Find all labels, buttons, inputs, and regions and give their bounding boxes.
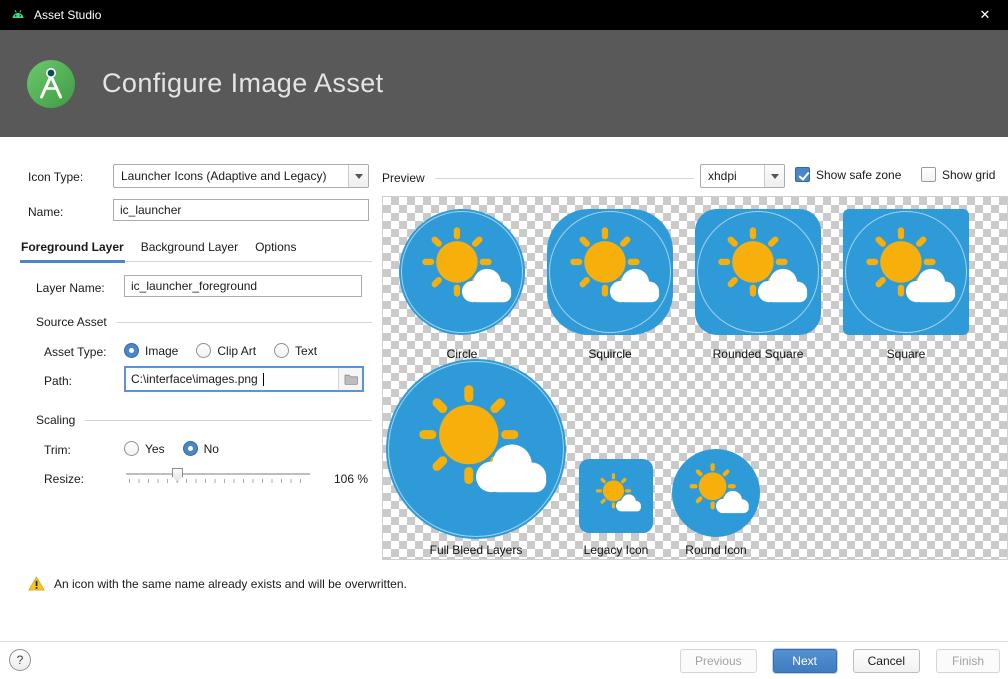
- preview-section-header: Preview: [382, 171, 694, 185]
- resize-label: Resize:: [44, 472, 84, 486]
- radio-text[interactable]: Text: [274, 343, 317, 358]
- radio-dot: [274, 343, 289, 358]
- cancel-button[interactable]: Cancel: [853, 649, 920, 673]
- title-bar: Asset Studio ✕: [0, 0, 1008, 30]
- resize-value: 106 %: [334, 472, 368, 486]
- preview-icon-squircle: [547, 209, 673, 335]
- page-title: Configure Image Asset: [102, 68, 384, 99]
- path-value: C:\interface\images.png: [126, 372, 263, 386]
- slider-track: [126, 473, 310, 475]
- preview-label-full-bleed: Full Bleed Layers: [401, 543, 551, 557]
- name-input[interactable]: ic_launcher: [113, 199, 369, 221]
- preview-icon-round: [672, 449, 760, 537]
- preview-icon-full-bleed: [386, 359, 566, 539]
- next-button[interactable]: Next: [773, 649, 837, 673]
- trim-radio-group: Yes No: [124, 441, 219, 456]
- layer-name-label: Layer Name:: [36, 281, 105, 295]
- path-label: Path:: [44, 374, 72, 388]
- browse-button[interactable]: [338, 368, 362, 390]
- source-asset-heading: Source Asset: [36, 315, 107, 329]
- name-value: ic_launcher: [120, 203, 181, 217]
- preview-label-legacy: Legacy Icon: [566, 543, 666, 557]
- radio-clip-art-label: Clip Art: [217, 344, 256, 358]
- section-divider: [117, 322, 372, 323]
- layer-name-value: ic_launcher_foreground: [131, 279, 257, 293]
- checkbox-unchecked: [921, 167, 936, 182]
- show-grid-label: Show grid: [942, 168, 995, 182]
- footer-buttons: Previous Next Cancel Finish: [680, 649, 1000, 673]
- tab-background-layer[interactable]: Background Layer: [140, 240, 239, 263]
- preview-label-square: Square: [843, 347, 969, 361]
- radio-yes-label: Yes: [145, 442, 165, 456]
- close-icon: ✕: [980, 7, 991, 23]
- density-value: xhdpi: [701, 169, 764, 183]
- preview-board: Circle Squircle Rounded Square Square Fu…: [382, 196, 1008, 560]
- asset-type-label: Asset Type:: [44, 345, 106, 359]
- radio-dot: [124, 441, 139, 456]
- preview-icon-legacy: [579, 459, 653, 533]
- android-studio-logo: [26, 59, 76, 109]
- show-grid-checkbox[interactable]: Show grid: [921, 167, 995, 182]
- checkbox-checked: [795, 167, 810, 182]
- preview-icon-circle: [399, 209, 525, 335]
- trim-label: Trim:: [44, 443, 71, 457]
- source-asset-section: Source Asset: [36, 315, 372, 329]
- folder-icon: [344, 373, 358, 385]
- tab-options[interactable]: Options: [254, 240, 297, 263]
- asset-studio-dialog: Asset Studio ✕ Configure Image Asset Ic: [0, 0, 1008, 679]
- warning-icon: [28, 576, 45, 591]
- text-caret: [263, 373, 264, 386]
- radio-trim-yes[interactable]: Yes: [124, 441, 165, 456]
- footer-bar: ? Previous Next Cancel Finish: [0, 641, 1008, 679]
- icon-type-label: Icon Type:: [28, 170, 83, 184]
- preview-label-round: Round Icon: [666, 543, 766, 557]
- layer-name-input[interactable]: ic_launcher_foreground: [124, 275, 362, 297]
- preview-label-rounded-square: Rounded Square: [695, 347, 821, 361]
- preview-heading: Preview: [382, 171, 425, 185]
- chevron-down-icon: [764, 165, 784, 187]
- android-icon: [10, 7, 26, 23]
- icon-type-value: Launcher Icons (Adaptive and Legacy): [114, 169, 348, 183]
- warning-text: An icon with the same name already exist…: [54, 577, 407, 591]
- path-input[interactable]: C:\interface\images.png: [124, 366, 364, 392]
- radio-trim-no[interactable]: No: [183, 441, 219, 456]
- show-safe-zone-checkbox[interactable]: Show safe zone: [795, 167, 901, 182]
- density-select[interactable]: xhdpi: [700, 164, 785, 188]
- radio-no-label: No: [204, 442, 219, 456]
- layer-tabs: Foreground Layer Background Layer Option…: [20, 240, 297, 263]
- resize-slider[interactable]: [126, 466, 310, 488]
- radio-dot-selected: [124, 343, 139, 358]
- help-icon: ?: [17, 653, 24, 667]
- section-divider: [85, 420, 372, 421]
- name-label: Name:: [28, 205, 63, 219]
- radio-dot: [196, 343, 211, 358]
- tab-foreground-layer[interactable]: Foreground Layer: [20, 240, 125, 263]
- chevron-down-icon: [348, 165, 368, 187]
- scaling-heading: Scaling: [36, 413, 75, 427]
- section-divider: [435, 178, 694, 179]
- previous-button[interactable]: Previous: [680, 649, 757, 673]
- icon-type-select[interactable]: Launcher Icons (Adaptive and Legacy): [113, 164, 369, 188]
- close-button[interactable]: ✕: [962, 0, 1008, 30]
- asset-type-radio-group: Image Clip Art Text: [124, 343, 317, 358]
- help-button[interactable]: ?: [9, 649, 31, 671]
- preview-icon-square: [843, 209, 969, 335]
- dialog-header: Configure Image Asset: [0, 30, 1008, 137]
- radio-image[interactable]: Image: [124, 343, 178, 358]
- scaling-section: Scaling: [36, 413, 372, 427]
- show-safe-zone-label: Show safe zone: [816, 168, 901, 182]
- window-title: Asset Studio: [34, 8, 101, 22]
- warning-row: An icon with the same name already exist…: [28, 576, 407, 591]
- radio-text-label: Text: [295, 344, 317, 358]
- radio-dot-selected: [183, 441, 198, 456]
- preview-icon-rounded-square: [695, 209, 821, 335]
- slider-ticks: [129, 479, 309, 483]
- radio-clip-art[interactable]: Clip Art: [196, 343, 256, 358]
- finish-button[interactable]: Finish: [936, 649, 1000, 673]
- radio-image-label: Image: [145, 344, 178, 358]
